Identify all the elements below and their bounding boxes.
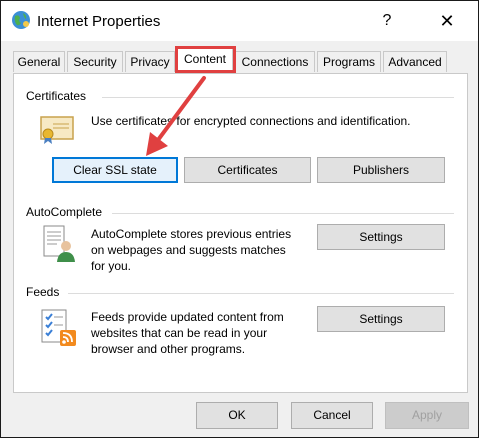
globe-icon (12, 11, 30, 29)
content-panel: Certificates Use certificates for encryp… (13, 73, 468, 393)
autocomplete-icon (43, 225, 75, 262)
tab-security[interactable]: Security (67, 51, 123, 72)
certificate-icon (40, 116, 74, 144)
close-button[interactable]: ✕ (437, 11, 457, 31)
window-title: Internet Properties (37, 13, 161, 30)
ok-button[interactable]: OK (196, 402, 278, 429)
publishers-button[interactable]: Publishers (317, 157, 445, 183)
tab-general[interactable]: General (13, 51, 65, 72)
feeds-group-label: Feeds (26, 285, 60, 299)
feeds-icon (41, 309, 76, 346)
certificates-button[interactable]: Certificates (184, 157, 311, 183)
certificates-divider (102, 97, 454, 98)
feeds-description: Feeds provide updated content from websi… (91, 310, 284, 356)
tab-privacy[interactable]: Privacy (125, 51, 175, 72)
title-bar: Internet Properties ? ✕ (1, 1, 478, 41)
autocomplete-settings-button[interactable]: Settings (317, 224, 445, 250)
tab-advanced[interactable]: Advanced (383, 51, 447, 72)
cancel-button[interactable]: Cancel (291, 402, 373, 429)
autocomplete-divider (112, 213, 454, 214)
autocomplete-description: AutoComplete stores previous entries on … (91, 227, 292, 273)
certificates-group-label: Certificates (26, 89, 87, 103)
clear-ssl-state-button[interactable]: Clear SSL state (52, 157, 178, 183)
feeds-divider (68, 293, 454, 294)
internet-properties-dialog: Internet Properties ? ✕ General Security… (0, 0, 479, 438)
tab-content[interactable]: Content (177, 48, 233, 73)
feeds-settings-button[interactable]: Settings (317, 306, 445, 332)
help-button[interactable]: ? (377, 11, 397, 31)
certificates-description: Use certificates for encrypted connectio… (91, 114, 411, 128)
autocomplete-group-label: AutoComplete (26, 205, 103, 219)
apply-button[interactable]: Apply (385, 402, 469, 429)
tab-connections[interactable]: Connections (235, 51, 315, 72)
tab-programs[interactable]: Programs (317, 51, 381, 72)
